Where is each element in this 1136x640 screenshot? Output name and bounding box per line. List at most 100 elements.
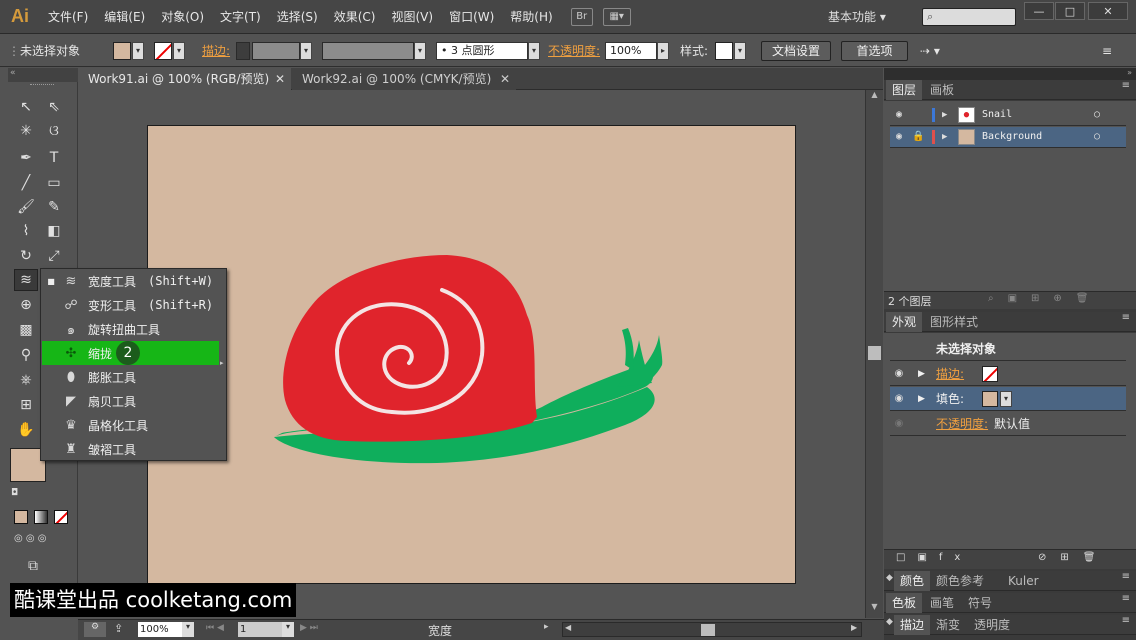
chevron-left-icon[interactable]: ◀ (565, 623, 571, 632)
flyout-item-scallop-tool[interactable]: ◤ 扇贝工具 (42, 389, 219, 413)
panel-menu-icon[interactable]: ≡ (1122, 593, 1130, 604)
variable-width-profile[interactable] (322, 42, 414, 60)
appearance-fill-row[interactable]: ◉ ▶ 填色: ▾ (890, 387, 1126, 411)
artboard-tool-icon[interactable]: ⊞ (14, 394, 38, 416)
chevron-down-icon[interactable]: ▾ (528, 42, 540, 60)
flyout-item-warp-tool[interactable]: ☍ 变形工具 (Shift+R) (42, 293, 219, 317)
fill-swatch[interactable] (113, 42, 131, 60)
menu-view[interactable]: 视图(V) (383, 0, 441, 34)
direct-selection-tool-icon[interactable]: ⇖ (42, 96, 66, 118)
layer-actions-icon[interactable]: ⌕▣⊞⊕🗑 (988, 293, 1103, 304)
maximize-icon[interactable]: □ (1055, 2, 1085, 20)
panel-menu-icon[interactable]: ≡ (1102, 42, 1112, 60)
chevron-down-icon[interactable]: ▾ (734, 42, 746, 60)
tearoff-icon[interactable]: ▸ (220, 359, 224, 367)
eye-icon[interactable]: ◉ (890, 127, 908, 147)
horizontal-scrollbar[interactable]: ◀ ▶ (562, 622, 862, 637)
scroll-thumb[interactable] (868, 346, 881, 360)
expand-icon[interactable]: ▶ (942, 127, 947, 147)
blob-brush-tool-icon[interactable]: ⌇ (14, 220, 38, 242)
stroke-weight-field[interactable] (252, 42, 300, 60)
stroke-swatch[interactable] (154, 42, 172, 60)
tab-color[interactable]: 颜色 (894, 571, 931, 591)
bridge-button[interactable]: Br (570, 7, 593, 26)
stroke-label[interactable]: 描边: (202, 42, 230, 60)
eyedropper-tool-icon[interactable]: ⚲ (14, 344, 38, 366)
lock-icon[interactable]: 🔒 (912, 127, 924, 147)
layer-row-background[interactable]: ◉ 🔒 ▶ Background ○ (890, 127, 1126, 148)
expand-icon[interactable]: ▶ (918, 387, 925, 411)
tab-kuler[interactable]: Kuler (1002, 571, 1045, 591)
chevron-down-icon[interactable]: ▾ (173, 42, 185, 60)
appearance-stroke-row[interactable]: ◉ ▶ 描边: (890, 362, 1126, 386)
close-icon[interactable]: ✕ (275, 68, 285, 90)
gradient-mode-icon[interactable] (34, 510, 48, 524)
menu-help[interactable]: 帮助(H) (502, 0, 560, 34)
tab-graphic-styles[interactable]: 图形样式 (924, 312, 984, 332)
target-icon[interactable]: ○ (1094, 105, 1100, 125)
tab-brushes[interactable]: 画笔 (924, 593, 960, 613)
width-tool-icon[interactable]: ≋ (14, 269, 38, 291)
rotate-tool-icon[interactable]: ↻ (14, 245, 38, 267)
chevron-down-icon[interactable]: ▾ (132, 42, 144, 60)
menu-type[interactable]: 文字(T) (212, 0, 269, 34)
artboard-nav-icon[interactable]: ⚙ (84, 622, 106, 637)
menu-file[interactable]: 文件(F) (40, 0, 96, 34)
default-colors-icon[interactable]: ◘ (11, 488, 18, 498)
tab-stroke[interactable]: 描边 (894, 615, 931, 635)
export-icon[interactable]: ⇪ (114, 622, 123, 635)
scroll-thumb[interactable] (701, 624, 715, 636)
rectangle-tool-icon[interactable]: ▭ (42, 172, 66, 194)
fill-swatch[interactable] (982, 391, 998, 407)
workspace-switcher[interactable]: 基本功能 ▾ (828, 0, 886, 34)
tab-transparency[interactable]: 透明度 (968, 615, 1016, 635)
lasso-tool-icon[interactable]: ଓ (42, 120, 66, 142)
expand-icon[interactable]: ▶ (942, 105, 947, 125)
arrange-documents-icon[interactable]: ▦▾ (602, 7, 631, 26)
status-menu-icon[interactable]: ▸ (544, 622, 549, 632)
zoom-field[interactable]: 100% (138, 622, 182, 637)
document-setup-button[interactable]: 文档设置 (761, 41, 831, 61)
pen-tool-icon[interactable]: ✒ (14, 147, 38, 169)
tab-swatches[interactable]: 色板 (886, 593, 923, 613)
shape-builder-tool-icon[interactable]: ⊕ (14, 294, 38, 316)
close-icon[interactable]: ✕ (500, 68, 510, 90)
panel-menu-icon[interactable]: ≡ (1122, 615, 1130, 626)
flyout-item-bloat-tool[interactable]: ⬮ 膨胀工具 (42, 365, 219, 389)
screen-mode-icon[interactable]: ⧉ (28, 558, 38, 574)
target-icon[interactable]: ○ (1094, 127, 1100, 147)
expand-icon[interactable]: ▶ (918, 362, 925, 386)
panel-menu-icon[interactable]: ≡ (1122, 312, 1130, 323)
magic-wand-tool-icon[interactable]: ✳ (14, 120, 38, 142)
flyout-item-width-tool[interactable]: ■ ≋ 宽度工具 (Shift+W) (42, 269, 219, 293)
collapse-icon[interactable]: « (8, 68, 78, 82)
pencil-tool-icon[interactable]: ✎ (42, 196, 66, 218)
layer-row-snail[interactable]: ◉ ▶ ● Snail ○ (890, 105, 1126, 126)
expand-icon[interactable]: ◆ (886, 617, 893, 627)
eraser-tool-icon[interactable]: ◧ (42, 220, 66, 242)
menu-effect[interactable]: 效果(C) (326, 0, 384, 34)
eye-icon[interactable]: ◉ (890, 412, 908, 432)
flyout-item-twirl-tool[interactable]: ๑ 旋转扭曲工具 (42, 317, 219, 341)
clear-appearance-icon[interactable]: ⊘⊞🗑 (1038, 552, 1109, 563)
menu-select[interactable]: 选择(S) (269, 0, 326, 34)
opacity-field[interactable]: 100% (605, 42, 657, 60)
flyout-item-crystallize-tool[interactable]: ♛ 晶格化工具 (42, 413, 219, 437)
selection-tool-icon[interactable]: ↖ (14, 96, 38, 118)
line-tool-icon[interactable]: ╱ (14, 172, 38, 194)
tab-gradient[interactable]: 渐变 (930, 615, 966, 635)
mesh-tool-icon[interactable]: ▩ (14, 319, 38, 341)
appearance-actions-icon[interactable]: □▣fx (896, 552, 972, 563)
vertical-scrollbar[interactable]: ▲ ▼ (865, 90, 883, 618)
hand-tool-icon[interactable]: ✋ (14, 419, 38, 441)
chevron-down-icon[interactable]: ▾ (414, 42, 426, 60)
tab-color-guide[interactable]: 颜色参考 (930, 571, 990, 591)
chevron-up-icon[interactable]: ▲ (866, 90, 883, 104)
close-icon[interactable]: ✕ (1088, 2, 1128, 20)
menu-edit[interactable]: 编辑(E) (96, 0, 153, 34)
paintbrush-tool-icon[interactable]: 🖌 (14, 196, 38, 218)
panel-menu-icon[interactable]: ≡ (1122, 571, 1130, 582)
chevron-down-icon[interactable]: ▾ (300, 42, 312, 60)
snail-artwork[interactable] (147, 125, 796, 584)
chevron-down-icon[interactable]: ▾ (182, 622, 194, 637)
